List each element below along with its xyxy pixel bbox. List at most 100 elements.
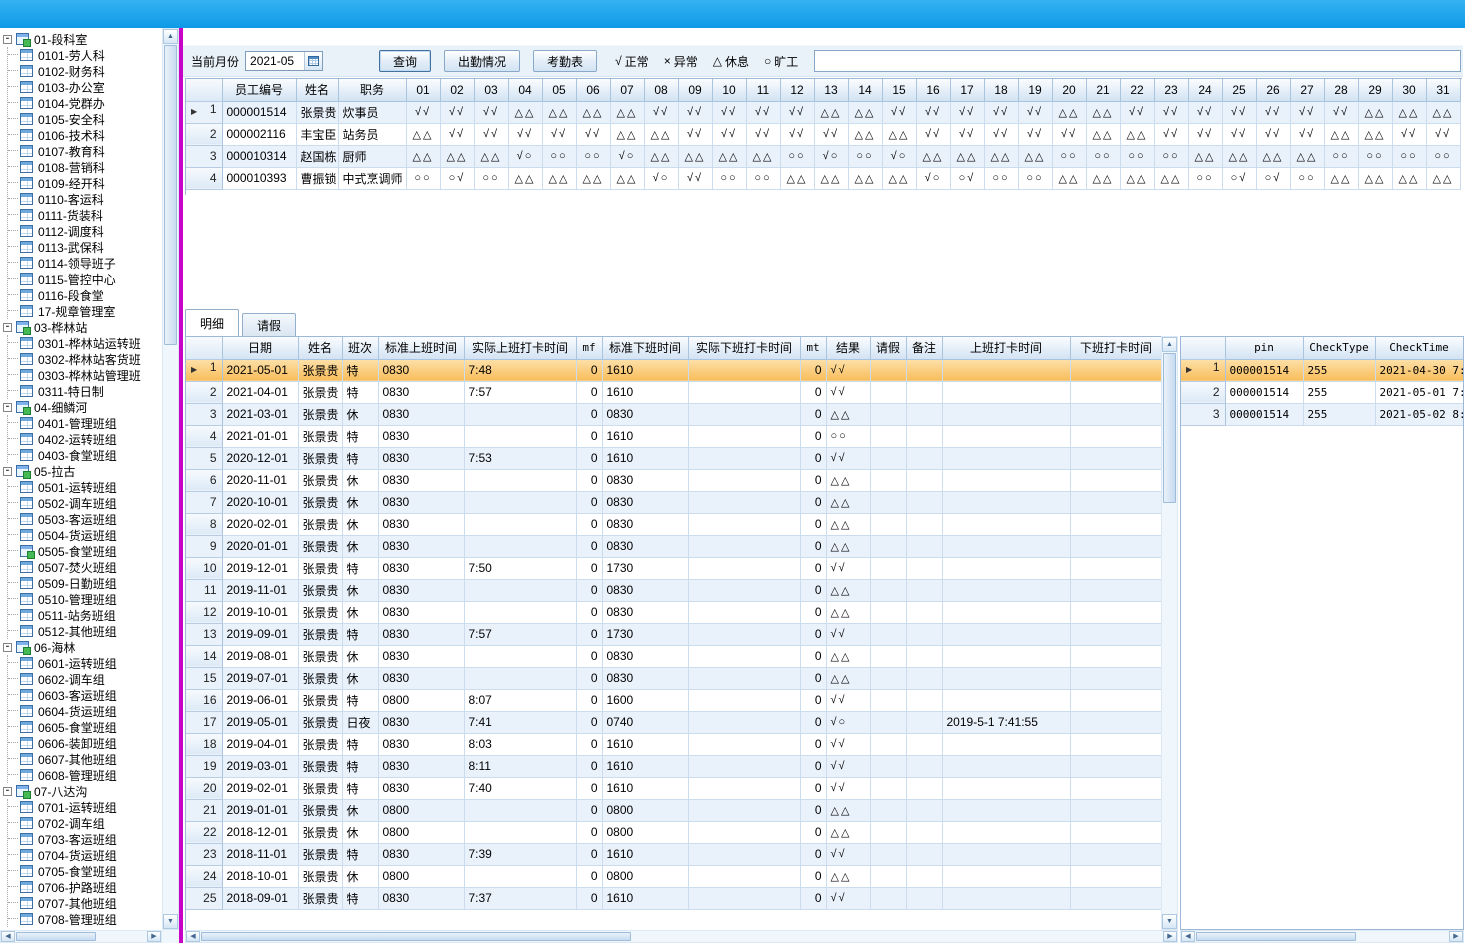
mt-cell[interactable]: 0 — [800, 601, 826, 623]
attendance-mark-cell[interactable]: ○○ — [1154, 145, 1188, 167]
day-column-header[interactable]: 01 — [406, 79, 440, 101]
shift-cell[interactable]: 特 — [342, 359, 378, 381]
actual-end-cell[interactable] — [688, 755, 800, 777]
mf-cell[interactable]: 0 — [576, 777, 602, 799]
mt-cell[interactable]: 0 — [800, 381, 826, 403]
tree-vertical-scrollbar[interactable]: ▲ ▼ — [162, 28, 179, 930]
name-cell[interactable]: 张景贵 — [298, 447, 342, 469]
checkin-time-cell[interactable] — [942, 799, 1070, 821]
tab-detail[interactable]: 明细 — [185, 309, 239, 336]
checkin-time-cell[interactable] — [942, 755, 1070, 777]
actual-end-cell[interactable] — [688, 469, 800, 491]
mf-cell[interactable]: 0 — [576, 689, 602, 711]
actual-end-cell[interactable] — [688, 711, 800, 733]
row-indicator[interactable]: 21 — [186, 799, 222, 821]
attendance-mark-cell[interactable]: √√ — [950, 101, 984, 123]
tree-node[interactable]: 0110-客运科 — [8, 191, 162, 207]
detail-vertical-scrollbar[interactable]: ▲ ▼ — [1161, 336, 1178, 930]
note-cell[interactable] — [906, 711, 942, 733]
attendance-mark-cell[interactable]: √√ — [882, 101, 916, 123]
collapse-expand-icon[interactable]: - — [3, 787, 12, 796]
tree-node[interactable]: 0109-经开科 — [8, 175, 162, 191]
checkin-time-cell[interactable] — [942, 645, 1070, 667]
actual-start-cell[interactable] — [464, 513, 576, 535]
attendance-mark-cell[interactable]: √√ — [712, 123, 746, 145]
attendance-mark-cell[interactable]: √√ — [1256, 101, 1290, 123]
leave-cell[interactable] — [870, 535, 906, 557]
mt-cell[interactable]: 0 — [800, 799, 826, 821]
note-cell[interactable] — [906, 777, 942, 799]
checkin-time-cell[interactable] — [942, 843, 1070, 865]
shift-cell[interactable]: 休 — [342, 667, 378, 689]
mt-cell[interactable]: 0 — [800, 887, 826, 909]
shift-cell[interactable]: 特 — [342, 777, 378, 799]
mt-cell[interactable]: 0 — [800, 645, 826, 667]
mt-cell[interactable]: 0 — [800, 557, 826, 579]
name-cell[interactable]: 张景贵 — [298, 843, 342, 865]
tree-node[interactable]: 0301-桦林站运转班 — [8, 335, 162, 351]
tree-node[interactable]: 0512-其他班组 — [8, 623, 162, 639]
std-start-cell[interactable]: 0800 — [378, 865, 464, 887]
mf-cell[interactable]: 0 — [576, 403, 602, 425]
mf-cell[interactable]: 0 — [576, 425, 602, 447]
attendance-mark-cell[interactable]: △△ — [814, 101, 848, 123]
attendance-mark-cell[interactable]: √√ — [984, 101, 1018, 123]
checkin-time-cell[interactable] — [942, 887, 1070, 909]
tree-node[interactable]: 0511-站务班组 — [8, 607, 162, 623]
attendance-mark-cell[interactable]: √√ — [1052, 123, 1086, 145]
column-header[interactable]: 实际上班打卡时间 — [464, 337, 576, 359]
row-indicator[interactable]: 23 — [186, 843, 222, 865]
actual-end-cell[interactable] — [688, 425, 800, 447]
scrollbar-thumb[interactable] — [1196, 932, 1356, 941]
employee-name-cell[interactable]: 张景贵 — [296, 101, 338, 123]
attendance-mark-cell[interactable]: √√ — [474, 123, 508, 145]
leave-cell[interactable] — [870, 777, 906, 799]
checkin-time-cell[interactable] — [942, 359, 1070, 381]
scrollbar-thumb[interactable] — [164, 45, 177, 345]
note-cell[interactable] — [906, 865, 942, 887]
attendance-mark-cell[interactable]: △△ — [678, 145, 712, 167]
attendance-mark-cell[interactable]: △△ — [1392, 167, 1426, 189]
attendance-mark-cell[interactable]: √√ — [746, 101, 780, 123]
mt-cell[interactable]: 0 — [800, 821, 826, 843]
std-end-cell[interactable]: 0830 — [602, 645, 688, 667]
attendance-mark-cell[interactable]: √√ — [440, 123, 474, 145]
std-end-cell[interactable]: 0830 — [602, 469, 688, 491]
attendance-mark-cell[interactable]: △△ — [780, 167, 814, 189]
day-column-header[interactable]: 26 — [1256, 79, 1290, 101]
actual-end-cell[interactable] — [688, 821, 800, 843]
note-cell[interactable] — [906, 755, 942, 777]
leave-cell[interactable] — [870, 491, 906, 513]
attendance-mark-cell[interactable]: △△ — [1222, 145, 1256, 167]
actual-end-cell[interactable] — [688, 645, 800, 667]
attendance-mark-cell[interactable]: △△ — [1086, 101, 1120, 123]
scroll-left-icon[interactable]: ◀ — [186, 931, 200, 942]
mt-cell[interactable]: 0 — [800, 711, 826, 733]
checkout-time-cell[interactable] — [1070, 557, 1161, 579]
checkout-time-cell[interactable] — [1070, 623, 1161, 645]
note-cell[interactable] — [906, 381, 942, 403]
column-header[interactable]: 备注 — [906, 337, 942, 359]
pin-cell[interactable]: 000001514 — [1225, 359, 1303, 381]
shift-cell[interactable]: 休 — [342, 535, 378, 557]
actual-start-cell[interactable] — [464, 821, 576, 843]
day-column-header[interactable]: 03 — [474, 79, 508, 101]
row-indicator[interactable]: 9 — [186, 535, 222, 557]
attendance-mark-cell[interactable]: ○○ — [712, 167, 746, 189]
date-cell[interactable]: 2019-06-01 — [222, 689, 298, 711]
note-cell[interactable] — [906, 557, 942, 579]
result-cell[interactable]: △△ — [826, 403, 870, 425]
actual-end-cell[interactable] — [688, 623, 800, 645]
attendance-mark-cell[interactable]: △△ — [1358, 123, 1392, 145]
attendance-mark-cell[interactable]: ○○ — [780, 145, 814, 167]
std-start-cell[interactable]: 0830 — [378, 777, 464, 799]
shift-cell[interactable]: 特 — [342, 425, 378, 447]
shift-cell[interactable]: 休 — [342, 491, 378, 513]
std-end-cell[interactable]: 1610 — [602, 843, 688, 865]
attendance-sheet-button[interactable]: 考勤表 — [533, 50, 597, 72]
column-header[interactable]: 日期 — [222, 337, 298, 359]
result-cell[interactable]: √√ — [826, 755, 870, 777]
row-indicator[interactable]: 15 — [186, 667, 222, 689]
row-indicator[interactable]: 4 — [186, 167, 222, 189]
calendar-dropdown-button[interactable] — [304, 52, 322, 70]
